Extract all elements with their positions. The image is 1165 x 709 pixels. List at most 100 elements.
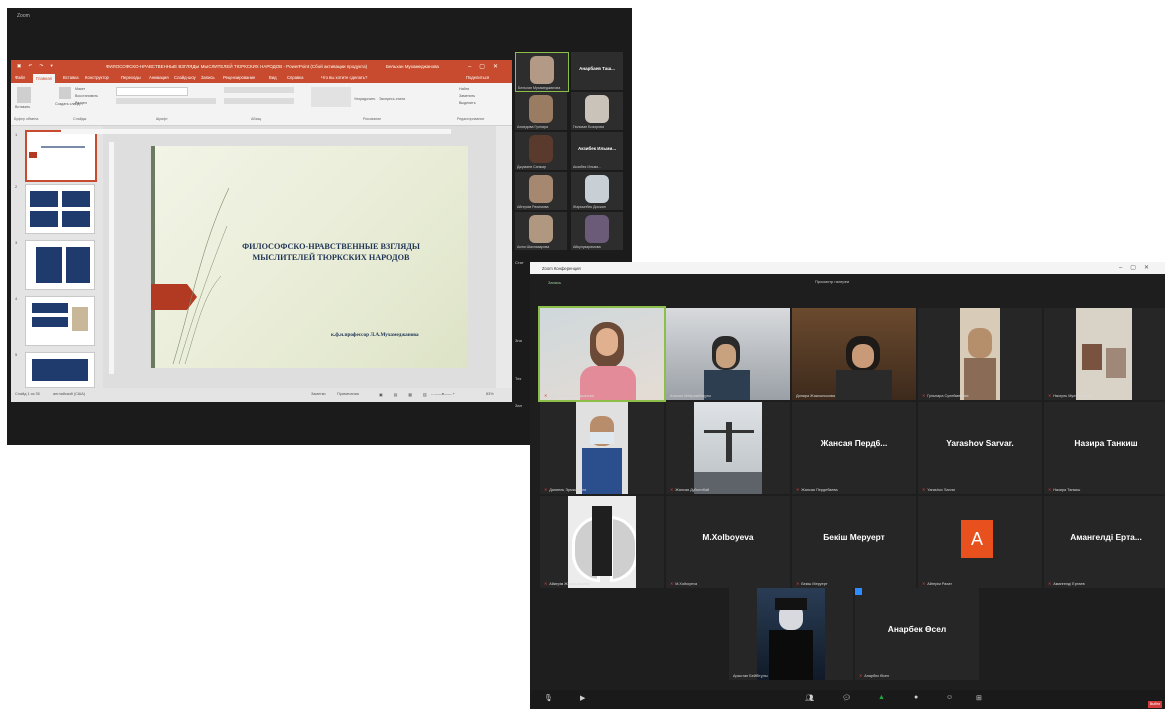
participant-tile[interactable]: ✕ Даниель Эрмишбаев xyxy=(540,402,664,494)
slide-thumb-3[interactable] xyxy=(25,240,95,290)
participant-tile[interactable]: Yarashov Sarvar. ✕ Yarashov Sarvar xyxy=(918,402,1042,494)
tab-help[interactable]: Справка xyxy=(287,75,303,80)
tell-me-search[interactable]: Что вы хотите сделать? xyxy=(321,75,367,80)
thumb-number: 1 xyxy=(15,132,18,137)
layout-button[interactable]: Макет xyxy=(75,87,85,91)
participant-tile[interactable]: Назира Танкиш ✕ Назира Танкиш xyxy=(1044,402,1165,494)
notes-button[interactable]: Заметки xyxy=(311,392,326,396)
tab-record[interactable]: Запись xyxy=(201,75,215,80)
reactions-icon[interactable]: ☺ xyxy=(946,694,953,701)
zoom-slider[interactable]: – ——●—— + xyxy=(431,392,455,396)
slide-thumb-5[interactable] xyxy=(25,352,95,388)
font-format-buttons[interactable] xyxy=(116,98,216,104)
view-buttons[interactable]: ▣ ▤ ▦ ▥ xyxy=(379,392,432,397)
side-participant-tile[interactable]: Ахмедова Гулнара xyxy=(515,92,567,130)
participant-label: ✕ Бельхан Мухамеджанова xyxy=(544,394,594,398)
document-title: ФИЛОСОФСКО-НРАВСТВЕННЫЕ ВЗГЛЯДЫ МЫСЛИТЕЛ… xyxy=(106,64,368,69)
meeting-header: Запись Просмотр галереи xyxy=(530,274,1165,308)
participant-video xyxy=(585,175,609,203)
video-icon[interactable]: ▶ xyxy=(580,694,585,702)
paste-button[interactable]: Вставить xyxy=(15,105,30,109)
current-slide[interactable]: ФИЛОСОФСКО-НРАВСТВЕННЫЕ ВЗГЛЯДЫ МЫСЛИТЕЛ… xyxy=(151,146,468,368)
side-participant-tile[interactable]: Анарбаев Таш... xyxy=(571,52,623,90)
side-participant-tile[interactable]: Акзибек Ильми... Акзибек Ильми... xyxy=(571,132,623,170)
participant-tile[interactable]: Алихан Мейрамбекұлы xyxy=(666,308,790,400)
side-participant-tile[interactable]: Гюльван Бозорова xyxy=(571,92,623,130)
side-participant-tile[interactable]: Асем Шахназарова xyxy=(515,212,567,250)
arrange-button[interactable]: Упорядочить xyxy=(354,97,375,101)
tab-design[interactable]: Конструктор xyxy=(85,75,109,80)
slide-title-line-1: ФИЛОСОФСКО-НРАВСТВЕННЫЕ ВЗГЛЯДЫ xyxy=(242,242,420,251)
quick-access-toolbar[interactable]: ▣ ↶ ↷ ▾ xyxy=(17,63,56,69)
participant-label: ✕ Yarashov Sarvar xyxy=(922,488,956,492)
record-icon[interactable]: ● xyxy=(914,694,918,701)
new-slide-icon[interactable] xyxy=(59,87,71,99)
tab-insert[interactable]: Вставка xyxy=(63,75,79,80)
paragraph-buttons[interactable] xyxy=(224,87,294,93)
slide-thumb-4[interactable] xyxy=(25,296,95,346)
slide-thumb-2[interactable] xyxy=(25,184,95,234)
reset-button[interactable]: Восстановить xyxy=(75,94,98,98)
window-controls[interactable]: –▢✕ xyxy=(1119,264,1157,271)
muted-mic-icon: ✕ xyxy=(670,488,674,492)
participant-tile[interactable]: ✕ Айкерім Жаксылыкова xyxy=(540,496,664,588)
shapes-gallery[interactable] xyxy=(311,87,351,107)
group-drawing: Рисование xyxy=(363,117,382,121)
participants-icon[interactable]: 👥︎ xyxy=(805,694,814,702)
replace-button[interactable]: Заменить xyxy=(459,94,475,98)
find-button[interactable]: Найти xyxy=(459,87,469,91)
alignment-buttons[interactable] xyxy=(224,98,294,104)
pin-icon[interactable] xyxy=(855,588,862,595)
side-participant-tile[interactable]: Айкулукаримова xyxy=(571,212,623,250)
apps-icon[interactable]: ⊞ xyxy=(976,694,982,702)
participant-tile[interactable]: Жансая Перд6... ✕ Жансая Пердебаева xyxy=(792,402,916,494)
quick-styles-button[interactable]: Экспресс-стили xyxy=(379,97,405,101)
participant-tile[interactable]: Арыстан Бейбітұлы xyxy=(729,588,853,680)
thumb-number: 4 xyxy=(15,296,18,301)
participant-tile[interactable]: Амангелді Ерта... ✕ Амангелді Ертаев xyxy=(1044,496,1165,588)
participant-tile[interactable]: ✕ Назгуль Мухтарбаева xyxy=(1044,308,1165,400)
participant-tile[interactable]: M.Xolboyeva ✕ M.Xolboyeva xyxy=(666,496,790,588)
tab-home[interactable]: Главная xyxy=(33,74,55,83)
mic-icon[interactable]: 🎙︎ xyxy=(544,694,553,702)
participant-video xyxy=(585,215,609,243)
leave-button[interactable]: Выйти xyxy=(1148,701,1162,708)
chat-icon[interactable]: 💬︎ xyxy=(842,694,851,702)
participant-tile[interactable]: Динара Жаксылыкова xyxy=(792,308,916,400)
view-label[interactable]: Просмотр галереи xyxy=(815,279,849,284)
window-controls[interactable]: –▢✕ xyxy=(468,63,506,70)
user-name[interactable]: Бельхан Мухамеджанова xyxy=(386,64,439,69)
font-name-box[interactable] xyxy=(116,87,188,96)
group-editing: Редактирование xyxy=(457,117,485,121)
tab-animations[interactable]: Анимация xyxy=(149,75,169,80)
side-participant-tile[interactable]: Бельхан Мухамеджанова xyxy=(515,52,569,92)
recording-indicator[interactable]: Запись xyxy=(548,280,561,285)
side-participant-tile[interactable]: Жаркынбек Досжан xyxy=(571,172,623,210)
share-icon[interactable]: ▲ xyxy=(878,694,885,701)
side-participant-tile[interactable]: Айгерим Рахимова xyxy=(515,172,567,210)
participant-tile-speaker[interactable]: ✕ Бельхан Мухамеджанова xyxy=(538,306,666,402)
tab-file[interactable]: Файл xyxy=(15,75,25,80)
zoom-level[interactable]: 83% xyxy=(486,392,494,396)
participant-name: Жаркынбек Досжан xyxy=(573,205,606,209)
language-indicator[interactable]: английский (США) xyxy=(53,392,85,396)
participant-display-name: Анарбек Өсел xyxy=(887,624,947,634)
participant-tile[interactable]: ✕ Гульнара Сулейменова xyxy=(918,308,1042,400)
participant-video xyxy=(540,308,664,400)
slide-thumb-1[interactable] xyxy=(25,130,97,182)
side-participant-tile[interactable]: Джумаев Санжар xyxy=(515,132,567,170)
tab-slideshow[interactable]: Слайд-шоу xyxy=(174,75,196,80)
participant-display-name: Жансая Перд6... xyxy=(820,438,888,448)
share-button[interactable]: Поделиться xyxy=(466,75,489,80)
select-button[interactable]: Выделить xyxy=(459,101,476,105)
tab-review[interactable]: Рецензирование xyxy=(223,75,255,80)
participant-tile[interactable]: ✕ Жансая Дүйсенбай xyxy=(666,402,790,494)
participant-tile[interactable]: Анарбек Өсел ✕ Анарбек Өсел xyxy=(855,588,979,680)
paste-icon[interactable] xyxy=(17,87,31,103)
tab-transitions[interactable]: Переходы xyxy=(121,75,141,80)
comments-button[interactable]: Примечания xyxy=(337,392,359,396)
tab-view[interactable]: Вид xyxy=(269,75,277,80)
participant-tile[interactable]: Бекіш Меруерт ✕ Бекіш Меруерт xyxy=(792,496,916,588)
participant-tile[interactable]: A ✕ Айгерім Рахат xyxy=(918,496,1042,588)
section-button[interactable]: Раздел xyxy=(75,101,87,105)
